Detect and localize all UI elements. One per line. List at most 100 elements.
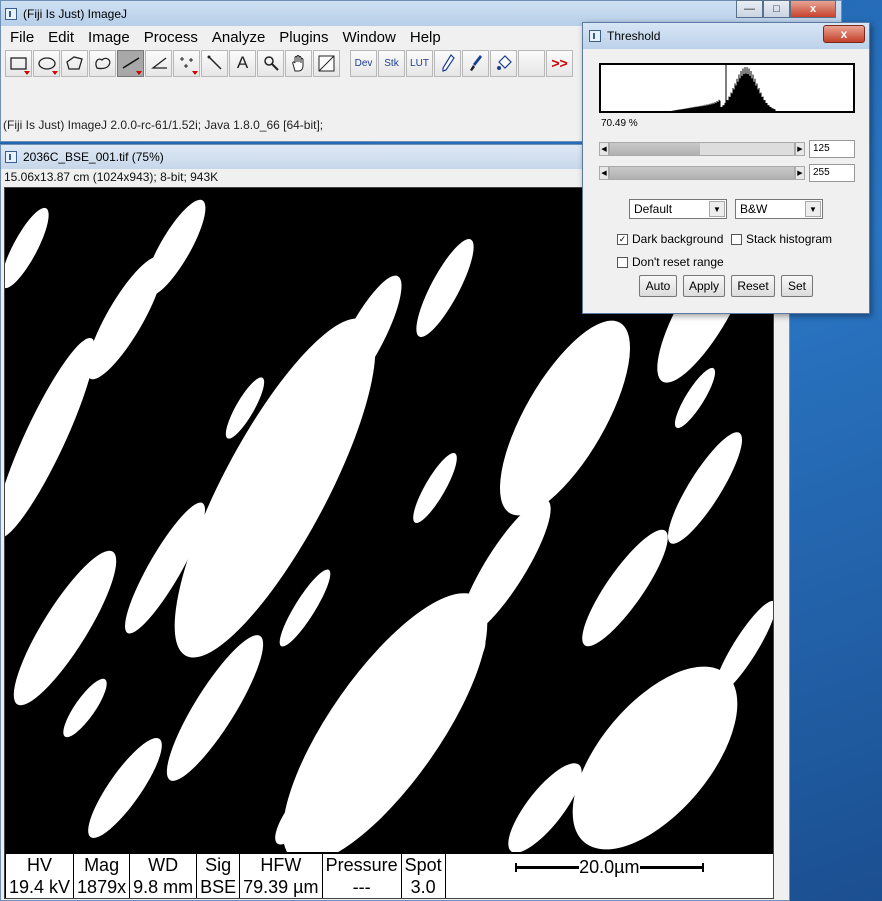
scale-bar-line-left — [515, 862, 580, 872]
upper-slider-fill — [610, 167, 794, 179]
text-tool-icon[interactable]: A — [229, 49, 256, 77]
maximize-button[interactable]: □ — [763, 0, 790, 18]
threshold-window-icon — [589, 30, 601, 42]
method-select[interactable]: Default ▼ — [629, 199, 727, 219]
dont-reset-range-box[interactable] — [617, 256, 628, 268]
lower-slider-track[interactable] — [609, 142, 795, 156]
stack-histogram-checkbox[interactable]: Stack histogram — [731, 232, 832, 246]
menu-window[interactable]: Window — [336, 29, 403, 46]
sem-wd-label: WD — [148, 855, 179, 875]
lower-value-field[interactable]: 125 — [809, 140, 855, 158]
apply-button[interactable]: Apply — [683, 275, 725, 297]
sem-hv: HV 19.4 kV — [5, 854, 75, 898]
threshold-percent: 70.49 % — [601, 118, 638, 129]
threshold-dialog: Threshold x 70.49 % ◀ ▶ 125 ◀ ▶ 255 Defa… — [582, 22, 870, 314]
mode-select[interactable]: B&W ▼ — [735, 199, 823, 219]
pencil-tool-icon[interactable] — [434, 49, 461, 77]
mode-select-value: B&W — [740, 202, 768, 216]
magnifier-tool-icon[interactable] — [257, 49, 284, 77]
menu-edit[interactable]: Edit — [41, 29, 81, 46]
scale-bar-line-right — [639, 862, 704, 872]
flood-fill-tool-icon[interactable] — [490, 49, 517, 77]
auto-button[interactable]: Auto — [639, 275, 677, 297]
menu-image[interactable]: Image — [81, 29, 137, 46]
dark-background-checkbox[interactable]: ✓ Dark background — [617, 232, 723, 246]
blank-tool-slot — [518, 49, 545, 77]
stack-histogram-label: Stack histogram — [746, 232, 833, 246]
stack-histogram-box[interactable] — [731, 233, 742, 245]
imagej-app-icon — [5, 7, 17, 20]
dont-reset-range-label: Don't reset range — [632, 255, 724, 269]
sem-hv-value: 19.4 kV — [9, 877, 71, 897]
sem-mag: Mag 1879x — [74, 854, 131, 898]
more-tools-button[interactable]: >> — [546, 49, 573, 77]
set-button[interactable]: Set — [781, 275, 813, 297]
upper-slider-right-arrow-icon[interactable]: ▶ — [795, 166, 805, 180]
main-window-title: (Fiji Is Just) ImageJ — [23, 6, 128, 21]
lower-slider-left-arrow-icon[interactable]: ◀ — [599, 142, 609, 156]
line-tool-icon[interactable] — [117, 49, 144, 77]
window-controls: — □ x — [736, 0, 882, 18]
upper-value-field[interactable]: 255 — [809, 164, 855, 182]
image-window-title: 2036C_BSE_001.tif (75%) — [23, 150, 164, 164]
upper-slider-track[interactable] — [609, 166, 795, 180]
sem-hfw-label: HFW — [260, 855, 302, 875]
sem-sig-value: BSE — [200, 877, 237, 897]
sem-spot-label: Spot — [404, 855, 442, 875]
menu-process[interactable]: Process — [137, 29, 205, 46]
dark-background-check-icon[interactable]: ✓ — [617, 233, 628, 245]
threshold-close-button[interactable]: x — [823, 25, 865, 43]
method-select-value: Default — [634, 202, 673, 216]
sem-hfw-value: 79.39 µm — [243, 877, 319, 897]
dev-menu-tool[interactable]: Dev — [350, 49, 377, 77]
angle-tool-icon[interactable] — [145, 49, 172, 77]
sem-pressure-value: --- — [352, 877, 371, 897]
oval-tool-icon[interactable] — [33, 49, 60, 77]
point-tool-icon[interactable] — [173, 49, 200, 77]
freehand-tool-icon[interactable] — [89, 49, 116, 77]
minimize-button[interactable]: — — [736, 0, 763, 18]
sem-hfw: HFW 79.39 µm — [240, 854, 323, 898]
polygon-tool-icon[interactable] — [61, 49, 88, 77]
sem-pressure: Pressure --- — [323, 854, 402, 898]
scale-bar-cell: 20.0µm — [446, 854, 773, 898]
chevron-down-icon: ▼ — [805, 201, 821, 217]
sem-mag-label: Mag — [84, 855, 120, 875]
menu-file[interactable]: File — [3, 29, 41, 46]
menu-help[interactable]: Help — [403, 29, 448, 46]
sem-info-bar: HV 19.4 kV Mag 1879x WD 9.8 mm Sig BSE HFW 79… — [5, 852, 773, 898]
upper-slider-left-arrow-icon[interactable]: ◀ — [599, 166, 609, 180]
scale-bar-label: 20.0µm — [579, 857, 640, 877]
paintbrush-tool-icon[interactable] — [462, 49, 489, 77]
stk-menu-tool[interactable]: Stk — [378, 49, 405, 77]
menu-analyze[interactable]: Analyze — [205, 29, 272, 46]
sem-wd: WD 9.8 mm — [130, 854, 198, 898]
dont-reset-range-checkbox[interactable]: Don't reset range — [617, 255, 724, 269]
wand-tool-icon[interactable] — [201, 49, 228, 77]
threshold-titlebar[interactable]: Threshold x — [583, 23, 869, 49]
threshold-title: Threshold — [607, 29, 661, 43]
close-button[interactable]: x — [790, 0, 836, 18]
lut-menu-tool[interactable]: LUT — [406, 49, 433, 77]
sem-mag-value: 1879x — [77, 877, 127, 897]
lower-slider-fill — [610, 143, 701, 155]
sem-sig: Sig BSE — [197, 854, 241, 898]
sem-pressure-label: Pressure — [325, 855, 398, 875]
sem-spot-value: 3.0 — [410, 877, 436, 897]
hand-tool-icon[interactable] — [285, 49, 312, 77]
sem-wd-value: 9.8 mm — [133, 877, 194, 897]
image-window-icon — [5, 151, 17, 163]
sem-sig-label: Sig — [205, 855, 232, 875]
menu-plugins[interactable]: Plugins — [272, 29, 335, 46]
lower-slider-right-arrow-icon[interactable]: ▶ — [795, 142, 805, 156]
chevron-down-icon: ▼ — [709, 201, 725, 217]
threshold-histogram — [599, 63, 855, 113]
dark-background-label: Dark background — [632, 232, 724, 246]
histogram-plot — [671, 65, 776, 111]
rectangle-tool-icon[interactable] — [5, 49, 32, 77]
reset-button[interactable]: Reset — [731, 275, 775, 297]
color-picker-tool-icon[interactable] — [313, 49, 340, 77]
status-line: (Fiji Is Just) ImageJ 2.0.0-rc-61/1.52i;… — [3, 118, 324, 132]
sem-hv-label: HV — [27, 855, 53, 875]
sem-spot: Spot 3.0 — [402, 854, 446, 898]
